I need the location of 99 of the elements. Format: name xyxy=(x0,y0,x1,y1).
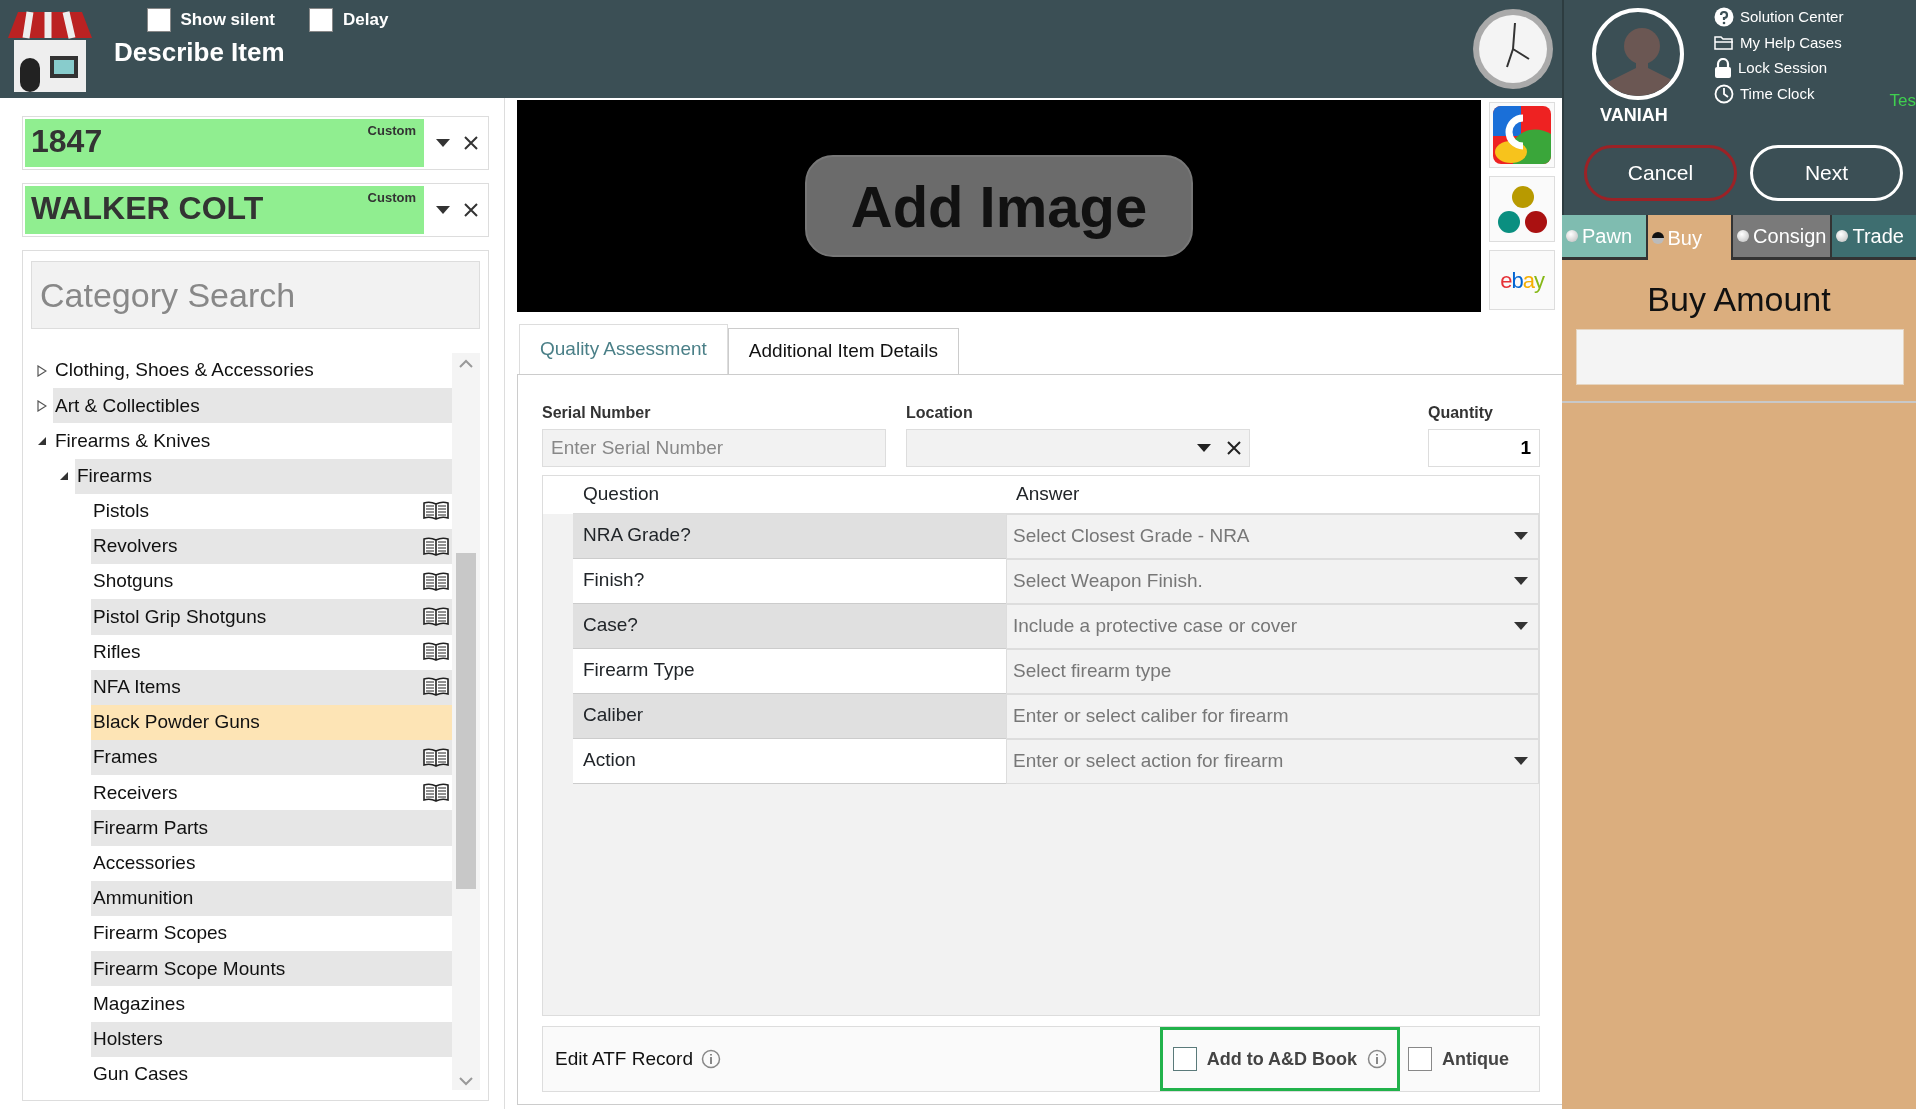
collapsed-icon[interactable] xyxy=(37,399,47,412)
quantity-field[interactable]: 1 xyxy=(1428,428,1540,467)
tree-item[interactable]: Rifles xyxy=(91,634,452,670)
cancel-button[interactable]: Cancel xyxy=(1584,145,1737,201)
checkbox[interactable] xyxy=(1172,1047,1197,1071)
column-header: Question xyxy=(573,475,1006,514)
answer-field[interactable]: Enter or select caliber for firearm xyxy=(1006,693,1539,739)
expanded-icon[interactable] xyxy=(59,471,69,482)
collapsed-icon[interactable] xyxy=(37,364,47,377)
field-value: WALKER COLT xyxy=(30,189,264,228)
add-image-button[interactable]: Add Image xyxy=(805,155,1193,257)
answer-dropdown[interactable]: Enter or select action for firearm xyxy=(1006,738,1539,784)
tab[interactable]: Quality Assessment xyxy=(519,324,728,374)
tree-item[interactable]: Firearms & Knives xyxy=(53,423,452,459)
info-icon[interactable] xyxy=(701,1049,721,1069)
google-search-button[interactable] xyxy=(1489,102,1555,168)
expanded-icon[interactable] xyxy=(37,435,47,446)
checkbox-label[interactable]: Antique xyxy=(1442,1045,1509,1073)
field-label: Quantity xyxy=(1428,402,1494,423)
checkbox-label[interactable]: Add to A&D Book xyxy=(1206,1045,1357,1073)
field-label: Serial Number xyxy=(542,402,652,423)
field-value: 1847 xyxy=(30,122,103,161)
clock-icon xyxy=(1714,83,1734,104)
clock-icon xyxy=(1471,7,1555,91)
tree-item[interactable]: Firearm Scopes xyxy=(91,916,452,952)
item-field[interactable]: 1847 Custom xyxy=(22,116,489,170)
clear-icon[interactable] xyxy=(464,203,478,217)
category-search-field[interactable]: Category Search xyxy=(31,261,480,329)
checkbox[interactable] xyxy=(1408,1047,1432,1071)
dropdown-caret-icon[interactable] xyxy=(1514,757,1528,765)
dropdown-caret-icon[interactable] xyxy=(1197,443,1211,452)
checkbox[interactable] xyxy=(146,7,171,32)
answer-dropdown[interactable]: Include a protective case or cover xyxy=(1006,603,1539,649)
mode-tab[interactable]: Consign xyxy=(1733,215,1831,257)
question-cell: Case? xyxy=(573,603,1006,649)
page-title: Describe Item xyxy=(114,36,285,69)
tree-item[interactable]: Frames xyxy=(91,740,452,776)
tree-item[interactable]: Pistol Grip Shotguns xyxy=(91,599,452,635)
tree-item[interactable]: Firearm Scope Mounts xyxy=(91,951,452,987)
tree-item[interactable]: Clothing, Shoes & Accessories xyxy=(53,353,452,389)
tree-item[interactable]: Firearm Parts xyxy=(91,810,452,846)
question-cell: Caliber xyxy=(573,693,1006,739)
question-cell: NRA Grade? xyxy=(573,513,1006,559)
question-cell: Finish? xyxy=(573,558,1006,604)
environment-label: Tes xyxy=(1889,90,1916,112)
tree-item[interactable]: Accessories xyxy=(91,845,452,881)
tree-item[interactable]: Black Powder Guns xyxy=(91,704,452,741)
tab[interactable]: Additional Item Details xyxy=(727,328,959,374)
edit-atf-record-label: Edit ATF Record xyxy=(555,1046,693,1071)
info-icon[interactable] xyxy=(1367,1049,1387,1069)
answer-dropdown[interactable]: Select Closest Grade - NRA xyxy=(1006,513,1539,559)
next-button[interactable]: Next xyxy=(1750,145,1903,201)
help-link[interactable]: Lock Session xyxy=(1714,57,1844,80)
answer-field[interactable]: Select firearm type xyxy=(1006,648,1539,694)
amount-title: Buy Amount xyxy=(1646,279,1832,320)
scroll-up-icon[interactable] xyxy=(459,359,473,369)
help-icon xyxy=(1714,7,1734,28)
tree-item[interactable]: Pistols xyxy=(91,493,452,529)
user-name: VANIAH xyxy=(1600,104,1668,127)
amount-field[interactable] xyxy=(1576,329,1904,385)
item-field[interactable]: WALKER COLT Custom xyxy=(22,183,489,237)
dropdown-caret-icon[interactable] xyxy=(1514,622,1528,630)
column-header: Answer xyxy=(1006,475,1539,514)
tree-item[interactable]: Magazines xyxy=(91,986,452,1022)
checkbox-label[interactable]: Delay xyxy=(343,7,389,33)
tree-item[interactable]: Receivers xyxy=(91,775,452,811)
tree-item[interactable]: Shotguns xyxy=(91,564,452,600)
tree-item[interactable]: Gun Cases xyxy=(91,1056,452,1092)
custom-label: Custom xyxy=(367,122,416,140)
scroll-down-icon[interactable] xyxy=(459,1076,473,1086)
answer-dropdown[interactable]: Select Weapon Finish. xyxy=(1006,558,1539,604)
dropdown-caret-icon[interactable] xyxy=(436,139,450,147)
help-link[interactable]: My Help Cases xyxy=(1714,31,1844,54)
tree-item[interactable]: Art & Collectibles xyxy=(53,388,452,424)
tree-item[interactable]: Revolvers xyxy=(91,528,452,565)
clear-icon[interactable] xyxy=(1227,440,1241,455)
custom-label: Custom xyxy=(367,189,416,207)
help-link[interactable]: Time Clock xyxy=(1714,82,1844,105)
lock-icon xyxy=(1714,58,1732,79)
scrollbar[interactable] xyxy=(452,353,480,1090)
tree-item[interactable]: Ammunition xyxy=(91,880,452,916)
checkbox[interactable] xyxy=(309,7,333,32)
folder-icon xyxy=(1714,34,1734,51)
dropdown-caret-icon[interactable] xyxy=(1514,577,1528,585)
ebay-button[interactable]: ebay xyxy=(1489,250,1555,310)
dropdown-caret-icon[interactable] xyxy=(1514,532,1528,540)
mode-tab[interactable]: Trade xyxy=(1832,215,1916,257)
tree-item[interactable]: NFA Items xyxy=(91,669,452,705)
serial-number-field[interactable]: Enter Serial Number xyxy=(542,428,886,467)
tree-item[interactable]: Holsters xyxy=(91,1021,452,1057)
question-cell: Action xyxy=(573,738,1006,784)
clear-icon[interactable] xyxy=(464,136,478,150)
question-cell: Firearm Type xyxy=(573,648,1006,694)
dropdown-caret-icon[interactable] xyxy=(436,206,450,214)
help-link[interactable]: Solution Center xyxy=(1714,6,1844,29)
tree-item[interactable]: Firearms xyxy=(75,458,452,494)
field-label: Location xyxy=(906,402,974,423)
checkbox-label[interactable]: Show silent xyxy=(180,7,275,33)
three-dots-button[interactable] xyxy=(1489,176,1555,242)
